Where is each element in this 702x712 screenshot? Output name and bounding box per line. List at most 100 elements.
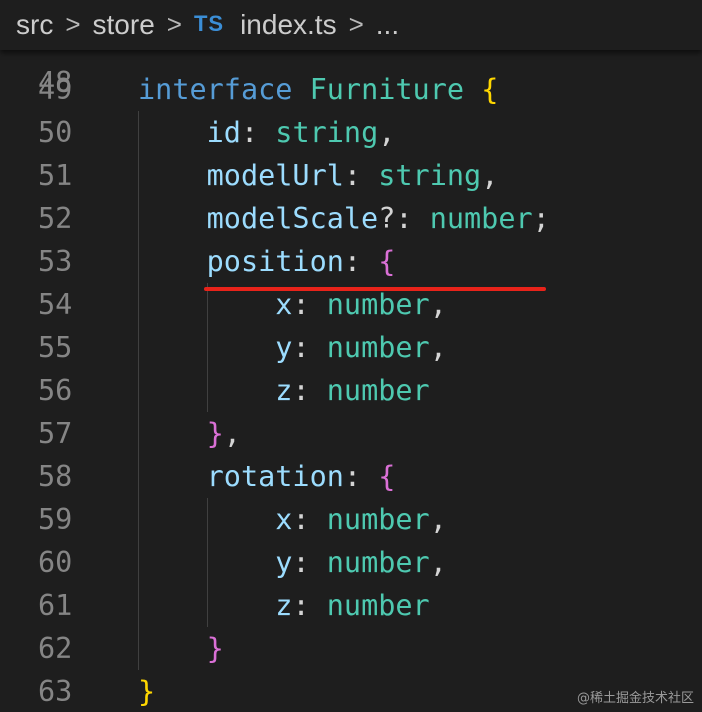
chevron-right-icon: > <box>166 8 182 39</box>
line-number: 49 <box>38 73 73 106</box>
code-token: , <box>429 331 447 364</box>
code-token: : <box>292 288 327 321</box>
code-token: , <box>378 116 396 149</box>
code-text: }, <box>138 412 241 455</box>
code-token: , <box>429 546 447 579</box>
line-number: 52 <box>38 202 73 235</box>
code-line: 55 y: number, <box>0 326 702 369</box>
typescript-file-icon: TS <box>193 11 225 36</box>
line-number: 59 <box>38 503 73 536</box>
code-token: number <box>326 589 430 622</box>
code-token: id <box>138 116 241 149</box>
code-text: y: number, <box>138 326 447 369</box>
line-number: 53 <box>38 245 73 278</box>
watermark: @稀土掘金技术社区 <box>576 691 694 706</box>
breadcrumb-item-file[interactable]: index.ts <box>240 9 337 41</box>
code-token: position <box>138 245 344 278</box>
code-token: { <box>481 73 499 106</box>
code-token: Furniture <box>309 73 482 106</box>
code-line: 51 modelUrl: string, <box>0 154 702 197</box>
chevron-right-icon: > <box>348 8 364 39</box>
chevron-right-icon: > <box>65 8 81 39</box>
code-token: : <box>343 159 379 192</box>
partial-code-line: 48 <box>0 50 702 99</box>
code-token: modelUrl <box>138 159 344 192</box>
code-token: : <box>292 546 327 579</box>
code-line: 52 modelScale?: number; <box>0 197 702 240</box>
code-line: 61 z: number <box>0 584 702 627</box>
code-text: modelUrl: string, <box>138 154 499 197</box>
code-line: 53 position: { <box>0 240 702 283</box>
breadcrumb-item-symbols[interactable]: ... <box>376 9 399 41</box>
code-token: , <box>223 417 241 450</box>
code-token: : <box>343 245 379 278</box>
code-token: : <box>292 503 327 536</box>
code-token: : <box>292 374 327 407</box>
line-number: 56 <box>38 374 73 407</box>
code-line: 57 }, <box>0 412 702 455</box>
code-text: z: number <box>138 584 430 627</box>
code-token: x <box>138 503 293 536</box>
code-token: : <box>292 589 327 622</box>
code-text: modelScale?: number; <box>138 197 550 240</box>
line-number: 51 <box>38 159 73 192</box>
breadcrumb: src > store > TS index.ts > ... <box>0 0 702 50</box>
code-token: } <box>138 632 224 665</box>
code-text: interface Furniture { <box>138 68 498 111</box>
line-number: 54 <box>38 288 73 321</box>
code-token: } <box>138 675 156 708</box>
line-number: 61 <box>38 589 73 622</box>
code-token: number <box>429 202 533 235</box>
code-text: } <box>138 627 224 670</box>
line-number: 57 <box>38 417 73 450</box>
code-token: ?: <box>378 202 430 235</box>
line-number: 63 <box>38 675 73 708</box>
code-token: ; <box>532 202 550 235</box>
code-line: 62 } <box>0 627 702 670</box>
code-token: y <box>138 546 293 579</box>
code-token: interface <box>138 73 310 106</box>
code-token: modelScale <box>138 202 379 235</box>
code-text: } <box>138 670 155 712</box>
code-text: x: number, <box>138 498 447 541</box>
code-line: 60 y: number, <box>0 541 702 584</box>
code-line: 49 interface Furniture { <box>0 68 702 111</box>
code-token: { <box>378 245 396 278</box>
code-token: number <box>326 374 430 407</box>
code-token: : <box>240 116 276 149</box>
code-token: number <box>326 288 430 321</box>
code-token: rotation <box>138 460 344 493</box>
line-number: 60 <box>38 546 73 579</box>
code-token: string <box>275 116 379 149</box>
code-token: , <box>481 159 499 192</box>
code-editor[interactable]: 48 49 interface Furniture {50 id: string,… <box>0 50 702 712</box>
code-token: z <box>138 374 293 407</box>
code-line: 56 z: number <box>0 369 702 412</box>
code-token: z <box>138 589 293 622</box>
code-text: id: string, <box>138 111 396 154</box>
code-token: number <box>326 546 430 579</box>
code-line: 58 rotation: { <box>0 455 702 498</box>
line-number: 50 <box>38 116 73 149</box>
code-token: : <box>343 460 379 493</box>
code-token: string <box>378 159 482 192</box>
breadcrumb-item-store[interactable]: store <box>93 9 155 41</box>
code-token: , <box>429 503 447 536</box>
code-text: rotation: { <box>138 455 396 498</box>
line-number: 55 <box>38 331 73 364</box>
code-text: z: number <box>138 369 430 412</box>
code-token: { <box>378 460 396 493</box>
code-token: , <box>429 288 447 321</box>
code-line: 59 x: number, <box>0 498 702 541</box>
code-line: 50 id: string, <box>0 111 702 154</box>
code-token: y <box>138 331 293 364</box>
line-number: 58 <box>38 460 73 493</box>
code-token: } <box>138 417 224 450</box>
code-token: number <box>326 331 430 364</box>
code-token: number <box>326 503 430 536</box>
annotation-underline <box>204 287 546 291</box>
breadcrumb-item-src[interactable]: src <box>16 9 53 41</box>
code-text: position: { <box>138 240 396 283</box>
line-number: 62 <box>38 632 73 665</box>
code-text: y: number, <box>138 541 447 584</box>
